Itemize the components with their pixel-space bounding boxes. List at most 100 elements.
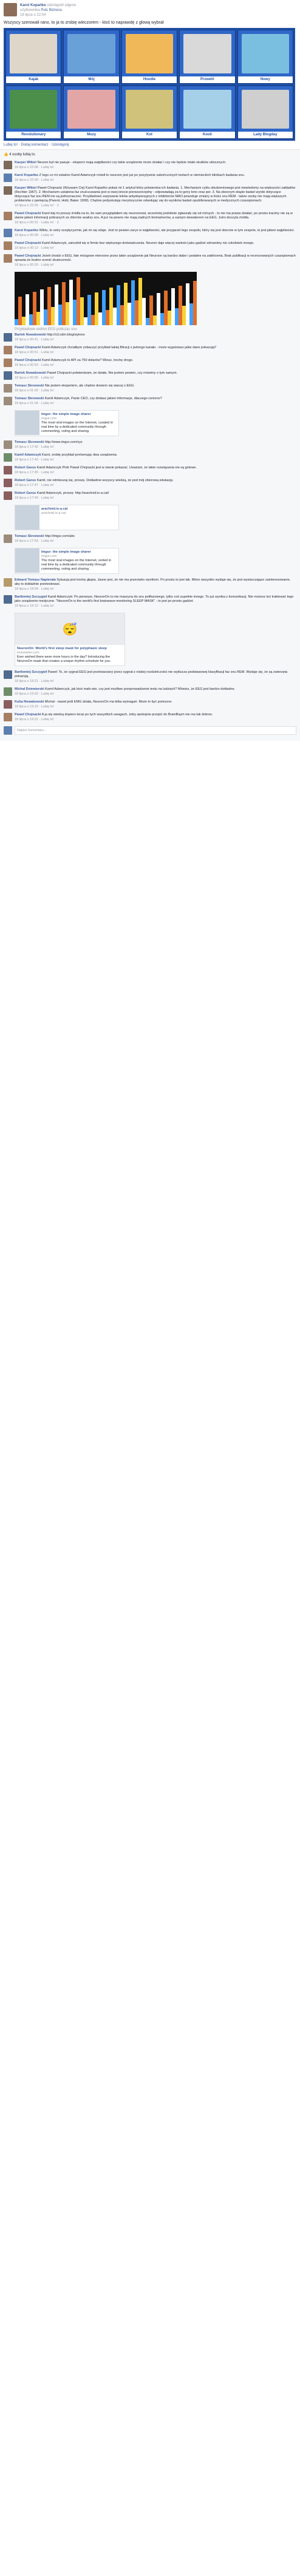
comment-meta[interactable]: 18 lipca o 22:08 · Lubię to! (15, 166, 296, 170)
commenter-avatar[interactable] (4, 595, 12, 604)
commenter-name[interactable]: Tomasz Skrzewski (15, 397, 44, 400)
comment-meta[interactable]: 18 lipca o 19:15 · Lubię to! (15, 705, 296, 709)
likes-count[interactable]: 4 osoby lubią to. (9, 153, 36, 157)
commenter-avatar[interactable] (4, 700, 12, 709)
link-preview-imgur-2[interactable]: Imgur: the simple image sharer imgur.com… (15, 548, 119, 574)
commenter-name[interactable]: Kacper Wikiel (15, 161, 36, 164)
comment-meta[interactable]: 18 lipca o 00:53 · Lubię to! (15, 363, 296, 368)
commenter-name[interactable]: Paweł Chojnacki (15, 212, 41, 215)
comment-meta[interactable]: 18 lipca o 00:55 · Lubię to! (15, 376, 296, 380)
preview-title[interactable]: arachnid.is-a.cat (41, 507, 67, 511)
commenter-name[interactable]: Tomasz Skrzewski (15, 384, 44, 388)
comment-meta[interactable]: 18 lipca o 19:31 · Lubię to! (15, 718, 296, 722)
commenter-name[interactable]: Robert Garus (15, 479, 36, 482)
commenter-avatar[interactable] (4, 333, 12, 342)
grid-tile[interactable]: Kajak (5, 30, 62, 84)
comment-meta[interactable]: 18 lipca o 17:45 · Lubię to! (15, 471, 296, 475)
author-name[interactable]: Karol Kopańko (20, 4, 46, 7)
commenter-name[interactable]: Bartek Nowakowski (15, 333, 46, 337)
commenter-name[interactable]: Robert Garus (15, 466, 36, 470)
preview-title[interactable]: Imgur: the simple image sharer (41, 413, 117, 417)
comment-meta[interactable]: 18 lipca o 00:51 · Lubię to! (15, 351, 296, 355)
commenter-name[interactable]: Edward Tomasz Napierała (15, 578, 56, 582)
comment-meta[interactable]: 18 lipca o 00:20 · Lubię to! (15, 263, 296, 268)
commenter-name[interactable]: Kamil Adamczyk (15, 453, 41, 457)
commenter-avatar[interactable] (4, 578, 12, 587)
commenter-avatar[interactable] (4, 186, 12, 195)
commenter-name[interactable]: Bartek Nowakowski (15, 371, 46, 375)
commenter-name[interactable]: Tomasz Skrzewski (15, 440, 44, 444)
commenter-avatar[interactable] (4, 161, 12, 169)
preview-title[interactable]: NeuronOn: World's first sleep mask for p… (17, 647, 123, 651)
commenter-avatar[interactable] (4, 440, 12, 449)
comment-meta[interactable]: 18 lipca o 00:08 · Lubię to! (15, 234, 296, 238)
commenter-avatar[interactable] (4, 241, 12, 250)
commenter-name[interactable]: Michał Dziewierski (15, 687, 44, 691)
comment-meta[interactable]: 18 lipca o 00:41 · Lubię to! (15, 338, 296, 342)
comment-input[interactable]: Napisz komentarz... (15, 726, 296, 735)
commenter-avatar[interactable] (4, 212, 12, 220)
commenter-avatar[interactable] (4, 229, 12, 237)
commenter-avatar[interactable] (4, 359, 12, 367)
grid-tile[interactable]: Hoodie (121, 30, 178, 84)
commenter-name[interactable]: Karol Kopańko (15, 229, 38, 232)
link-preview-imgur-1[interactable]: Imgur: the simple image sharer imgur.com… (15, 410, 119, 436)
commenter-name[interactable]: Paweł Chojnacki (15, 359, 41, 362)
commenter-name[interactable]: Robert Garus (15, 491, 36, 495)
comment-meta[interactable]: 18 lipca o 18:21 · Lubię to! (15, 679, 296, 684)
via-page-link[interactable]: Puls Biznesu (41, 8, 62, 12)
eeg-spectrum-image[interactable] (15, 272, 197, 325)
commenter-avatar[interactable] (4, 254, 12, 263)
post-time[interactable]: 18 lipca o 22:04 (20, 13, 46, 17)
like-link[interactable]: Lubię to! (4, 143, 18, 147)
comment-meta[interactable]: 18 lipca o 17:43 · Lubię to! (15, 458, 296, 462)
commenter-avatar[interactable] (4, 174, 12, 182)
commenter-name[interactable]: Paweł Chojnacki (15, 241, 41, 245)
commenter-name[interactable]: Tomasz Skrzewski (15, 534, 44, 538)
comment-meta[interactable]: 18 lipca o 01:04 · Lubię to! (15, 402, 296, 406)
comment-meta[interactable]: 18 lipca o 22:09 · Lubię to! (15, 178, 296, 183)
comment-meta[interactable]: 18 lipca o 18:04 · Lubię to! (15, 587, 296, 592)
commenter-avatar[interactable] (4, 466, 12, 474)
commenter-name[interactable]: Paweł Chojnacki (15, 254, 41, 258)
comment-meta[interactable]: 18 lipca o 00:01 · Lubię to! · 2 (15, 221, 296, 225)
commenter-name[interactable]: Kuba Nowakowski (15, 700, 44, 704)
comment-link[interactable]: Dodaj komentarz (21, 143, 48, 147)
commenter-name[interactable]: Paweł Chojnacki (15, 346, 41, 349)
grid-tile[interactable]: Kooli (179, 85, 236, 139)
commenter-name[interactable]: Bartłomiej Szczygieł (15, 670, 47, 674)
commenter-avatar[interactable] (4, 397, 12, 405)
comment-meta[interactable]: 18 lipca o 17:53 · Lubię to! (15, 539, 296, 544)
comment-meta[interactable]: 18 lipca o 01:02 · Lubię to! (15, 389, 296, 393)
share-link[interactable]: Udostępnij (52, 143, 69, 147)
commenter-avatar[interactable] (4, 371, 12, 380)
commenter-name[interactable]: Karol Kopańko (15, 174, 38, 177)
grid-tile[interactable]: Lady Blogday (237, 85, 293, 139)
commenter-name[interactable]: Kacper Wikiel (15, 186, 36, 190)
link-preview-arachnid[interactable]: arachnid.is-a.cat arachnid.is-a.cat (15, 505, 119, 530)
grid-tile[interactable]: Mój (63, 30, 120, 84)
commenter-avatar[interactable] (4, 534, 12, 543)
commenter-name[interactable]: Paweł Chojnacki (15, 713, 41, 716)
commenter-avatar[interactable] (4, 453, 12, 462)
grid-tile[interactable]: Kot (121, 85, 178, 139)
commenter-avatar[interactable] (4, 384, 12, 393)
commenter-name[interactable]: Bartłomiej Szczygieł (15, 595, 47, 599)
commenter-avatar[interactable] (4, 491, 12, 500)
link-preview-neuron[interactable]: 😴 NeuronOn: World's first sleep mask for… (15, 613, 125, 666)
grid-tile[interactable]: Przewiń (179, 30, 236, 84)
commenter-avatar[interactable] (4, 670, 12, 679)
comment-meta[interactable]: 18 lipca o 17:42 · Lubię to! (15, 445, 296, 450)
post-image[interactable]: Kajak Mój Hoodie Przewiń Nowy Revolutionary Mu… (4, 28, 295, 141)
comment-meta[interactable]: 18 lipca o 17:47 · Lubię to! (15, 484, 296, 488)
commenter-avatar[interactable] (4, 713, 12, 721)
grid-tile[interactable]: Muzy (63, 85, 120, 139)
comment-meta[interactable]: 18 lipca o 17:49 · Lubię to! (15, 496, 296, 501)
comment-meta[interactable]: 18 lipca o 23:35 · Lubię to! · 2 (15, 204, 296, 208)
comment-meta[interactable]: 18 lipca o 00:13 · Lubię to! (15, 246, 296, 251)
commenter-avatar[interactable] (4, 687, 12, 696)
preview-title[interactable]: Imgur: the simple image sharer (41, 550, 117, 555)
commenter-avatar[interactable] (4, 479, 12, 487)
grid-tile[interactable]: Nowy (237, 30, 293, 84)
commenter-avatar[interactable] (4, 346, 12, 354)
